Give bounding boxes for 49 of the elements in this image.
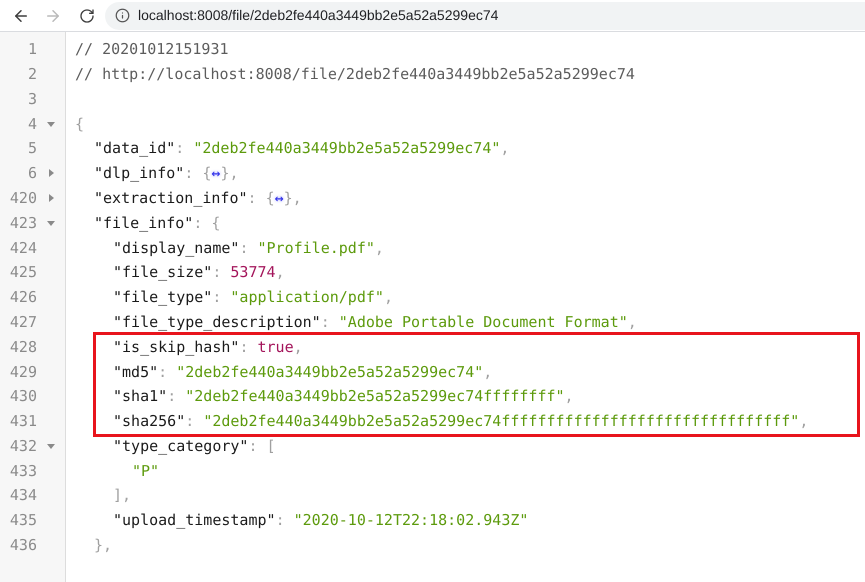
code-line: "sha256": "2deb2fe440a3449bb2e5a52a5299ec74ffffffffffffffffffffffffffffffff", [113, 411, 808, 432]
line-number: 430 [8, 386, 37, 408]
url-text: localhost:8008/file/2deb2fe440a3449bb2e5a52a5299ec74 [138, 6, 498, 25]
fold-icon[interactable] [47, 194, 55, 202]
code-line: // 20201012151931 [75, 39, 229, 60]
line-number: 2 [26, 64, 37, 85]
line-number: 424 [8, 238, 37, 259]
line-number: 1 [26, 39, 37, 60]
line-number: 425 [8, 262, 37, 284]
line-number: 432 [8, 436, 37, 457]
code-line: "display_name": "Profile.pdf", [113, 238, 384, 259]
line-number: 433 [8, 460, 37, 482]
info-icon[interactable] [115, 8, 130, 23]
code-line: { [75, 114, 84, 135]
line-number: 428 [8, 336, 37, 358]
line-number: 4 [26, 114, 37, 135]
code-line: "type_category": [ [113, 436, 276, 457]
line-number: 427 [8, 312, 37, 333]
code-line: "file_info": { [94, 212, 220, 234]
code-line: "P" [132, 460, 160, 482]
code-line: ], [113, 485, 132, 506]
code-line: // http://localhost:8008/file/2deb2fe440a3449bb2e5a52a5299ec74 [75, 64, 635, 85]
line-number: 3 [26, 88, 37, 110]
fold-icon[interactable] [47, 120, 55, 128]
line-number: 5 [26, 138, 37, 160]
line-number: 6 [26, 163, 37, 184]
code-line: "upload_timestamp": "2020-10-12T22:18:02.943Z" [113, 510, 528, 532]
line-number: 429 [8, 362, 37, 382]
code-line: "dlp_info": {↔}, [94, 163, 238, 184]
code-line: }, [94, 535, 112, 556]
fold-icon[interactable] [47, 442, 55, 450]
code-line: "file_size": 53774, [113, 262, 285, 284]
fold-icon[interactable] [47, 218, 55, 227]
line-number: 420 [8, 188, 37, 209]
line-number: 426 [8, 287, 37, 308]
code-line: "md5": "2deb2fe440a3449bb2e5a52a5299ec74", [113, 362, 492, 382]
line-number: 435 [8, 510, 37, 532]
address-bar[interactable]: localhost:8008/file/2deb2fe440a3449bb2e5a52a5299ec74 [105, 2, 865, 30]
line-number: 434 [8, 485, 37, 506]
line-number: 423 [8, 212, 37, 234]
code-line: "file_type": "application/pdf", [113, 287, 393, 308]
code-line: "file_type_description": "Adobe Portable Document Format", [113, 312, 637, 333]
code-line: "sha1": "2deb2fe440a3449bb2e5a52a5299ec74ffffffff", [113, 386, 574, 408]
line-number: 436 [8, 535, 37, 556]
code-line: "is_skip_hash": true, [113, 336, 303, 358]
fold-icon[interactable] [47, 169, 55, 178]
code-line: "data_id": "2deb2fe440a3449bb2e5a52a5299ec74", [94, 138, 510, 160]
line-number: 431 [8, 411, 37, 432]
code-line: "extraction_info": {↔}, [94, 188, 302, 209]
